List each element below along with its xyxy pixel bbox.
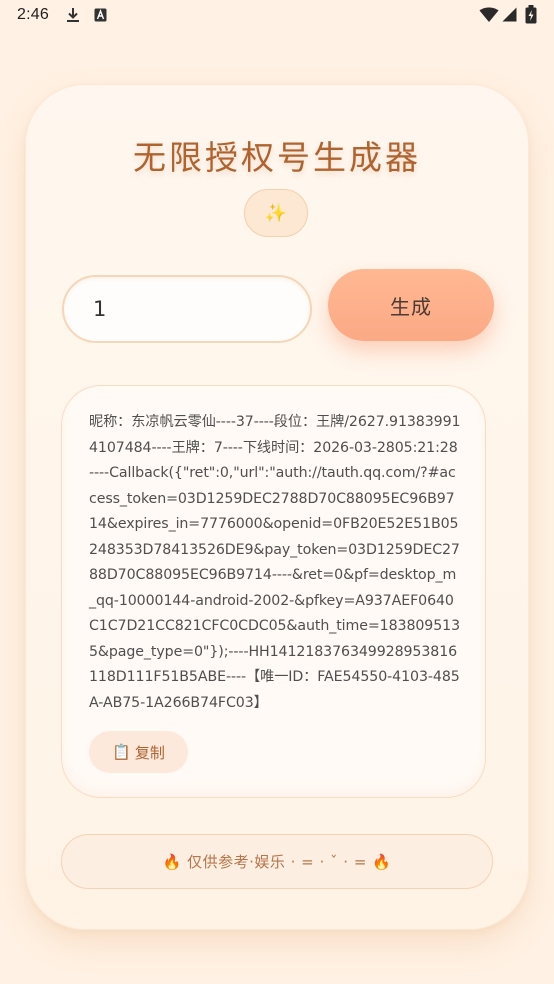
clipboard-icon: 📋 xyxy=(112,743,131,761)
signal-icon xyxy=(502,7,517,22)
generate-button-label: 生成 xyxy=(390,294,432,319)
count-input[interactable] xyxy=(62,275,312,343)
status-bar: 2:46 xyxy=(0,0,554,32)
page-title: 无限授权号生成器 xyxy=(133,138,421,177)
footer-note: 🔥 仅供参考·娱乐 · = · ˇ · = 🔥 xyxy=(61,834,493,889)
copy-button[interactable]: 📋 复制 xyxy=(89,731,188,773)
battery-icon xyxy=(525,5,537,24)
download-icon xyxy=(67,8,79,22)
result-text: 昵称：东凉帆云零仙----37----段位：王牌/2627.9138399141… xyxy=(89,414,461,711)
copy-button-label: 复制 xyxy=(134,743,165,762)
sparkle-icon: ✨ xyxy=(264,202,288,224)
sparkle-button[interactable]: ✨ xyxy=(244,189,308,237)
footer-text: 🔥 仅供参考·娱乐 · = · ˇ · = 🔥 xyxy=(162,853,392,871)
text-badge-icon xyxy=(94,8,107,22)
status-time: 2:46 xyxy=(17,6,49,23)
wifi-icon xyxy=(479,7,499,22)
generate-button[interactable]: 生成 xyxy=(328,269,494,341)
